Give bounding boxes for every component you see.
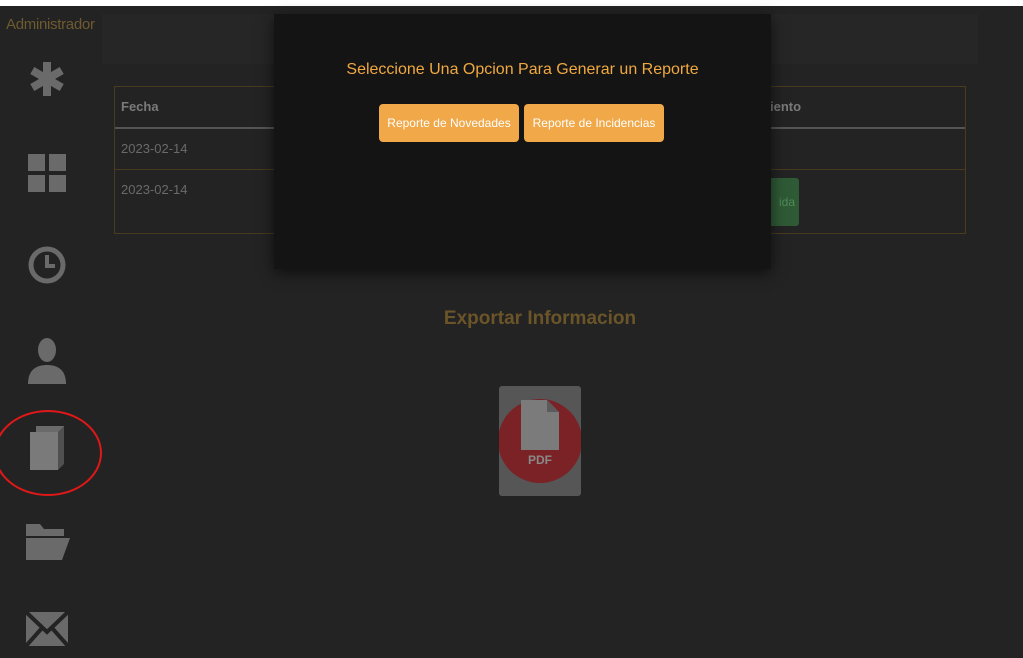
clock-icon[interactable] — [22, 240, 72, 290]
column-header-fecha: Fecha — [121, 99, 159, 114]
row-date: 2023-02-14 — [121, 141, 188, 156]
reporte-novedades-button[interactable]: Reporte de Novedades — [379, 104, 519, 142]
pdf-label: PDF — [528, 453, 552, 467]
reporte-incidencias-button[interactable]: Reporte de Incidencias — [524, 104, 664, 142]
pdf-icon: PDF — [499, 399, 581, 483]
report-modal: Seleccione Una Opcion Para Generar un Re… — [274, 14, 771, 269]
status-button[interactable]: ida — [767, 178, 799, 226]
user-icon[interactable] — [22, 336, 72, 386]
asterisk-icon[interactable] — [22, 54, 72, 104]
grid-icon[interactable] — [22, 148, 72, 198]
export-title: Exportar Informacion — [443, 308, 637, 329]
screen: Administrador Fecha iento 2023-02-14 202… — [0, 0, 1023, 658]
user-role-label: Administrador — [6, 16, 95, 33]
modal-title: Seleccione Una Opcion Para Generar un Re… — [346, 61, 699, 78]
folder-icon[interactable] — [22, 516, 72, 566]
mail-icon[interactable] — [22, 604, 72, 654]
column-header-movimiento: iento — [770, 99, 802, 114]
book-icon[interactable] — [22, 422, 72, 472]
pdf-export-button[interactable]: PDF — [499, 386, 581, 496]
sidebar: Administrador — [0, 6, 102, 658]
row-date: 2023-02-14 — [121, 182, 188, 197]
